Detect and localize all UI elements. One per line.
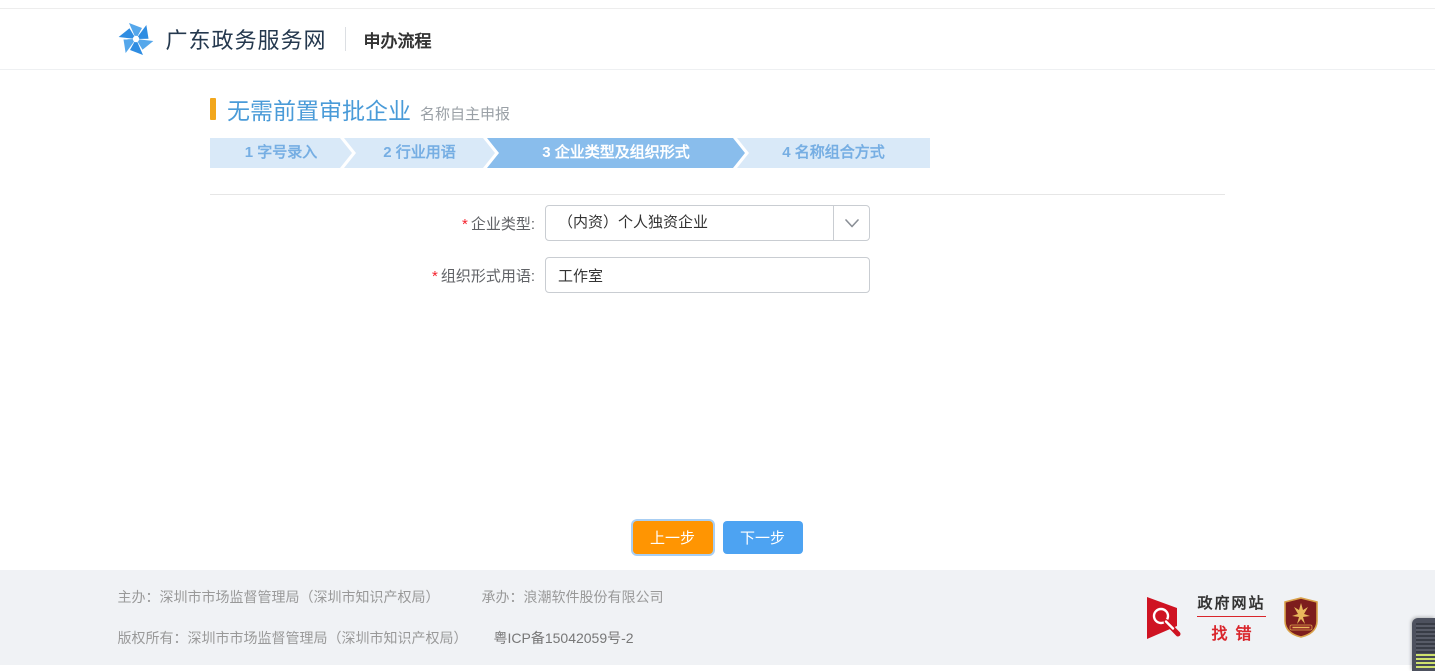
page-subtitle: 名称自主申报 xyxy=(420,103,510,124)
footer-badges: 政府网站 找错 xyxy=(1147,592,1317,644)
header-divider xyxy=(345,27,346,51)
security-shield-badge[interactable] xyxy=(1284,597,1318,638)
required-asterisk: * xyxy=(462,216,468,233)
widget-stripes-highlight xyxy=(1416,654,1435,668)
step-3-enterprise-type[interactable]: 3 企业类型及组织形式 xyxy=(487,138,745,168)
host-label: 主办： xyxy=(118,589,160,605)
gov-site-error-report-badge[interactable]: 政府网站 找错 xyxy=(1147,592,1265,644)
step-4-name-combination[interactable]: 4 名称组合方式 xyxy=(737,138,930,168)
footer-text-block: 主办：深圳市市场监督管理局（深圳市知识产权局）承办：浪潮软件股份有限公司 版权所… xyxy=(118,587,664,648)
pinwheel-logo-icon xyxy=(118,21,154,57)
error-badge-line2: 找错 xyxy=(1211,620,1259,644)
required-asterisk: * xyxy=(432,268,438,285)
enterprise-type-label: *企业类型: xyxy=(210,213,545,234)
enterprise-type-selected-value: （内资）个人独资企业 xyxy=(546,206,833,240)
org-form-row: *组织形式用语: xyxy=(210,257,1225,293)
top-strip xyxy=(0,0,1435,8)
footer: 主办：深圳市市场监督管理局（深圳市知识产权局）承办：浪潮软件股份有限公司 版权所… xyxy=(0,570,1435,665)
error-badge-text: 政府网站 找错 xyxy=(1197,592,1265,644)
org-form-label: *组织形式用语: xyxy=(210,265,545,286)
magnifier-flag-icon xyxy=(1147,595,1189,641)
header: 广东政务服务网 申办流程 xyxy=(0,8,1435,70)
undertake-value: 浪潮软件股份有限公司 xyxy=(524,589,664,605)
button-row: 上一步 下一步 xyxy=(210,521,1225,554)
step-indicator: 1 字号录入 2 行业用语 3 企业类型及组织形式 4 名称组合方式 xyxy=(210,138,930,168)
page-label: 申办流程 xyxy=(364,27,432,52)
page-title: 无需前置审批企业 xyxy=(227,92,411,126)
undertake-label: 承办： xyxy=(482,589,524,605)
title-row: 无需前置审批企业 名称自主申报 xyxy=(210,92,1225,126)
error-badge-line1: 政府网站 xyxy=(1197,592,1265,613)
content-container: 无需前置审批企业 名称自主申报 1 字号录入 2 行业用语 3 企业类型及组织形… xyxy=(210,70,1225,554)
previous-step-button[interactable]: 上一步 xyxy=(633,521,713,554)
next-step-button[interactable]: 下一步 xyxy=(723,521,803,554)
floating-panel-handle[interactable] xyxy=(1412,618,1435,671)
copyright-value: 深圳市市场监督管理局（深圳市知识产权局） xyxy=(188,630,468,646)
copyright-label: 版权所有： xyxy=(118,630,188,646)
org-form-input[interactable] xyxy=(545,257,870,293)
chevron-down-icon[interactable] xyxy=(833,206,869,240)
widget-stripes xyxy=(1416,623,1435,653)
footer-line-2: 版权所有：深圳市市场监督管理局（深圳市知识产权局） 粤ICP备15042059号-… xyxy=(118,628,664,648)
footer-inner: 主办：深圳市市场监督管理局（深圳市知识产权局）承办：浪潮软件股份有限公司 版权所… xyxy=(118,570,1318,665)
icp-number[interactable]: 粤ICP备15042059号-2 xyxy=(494,630,634,646)
error-badge-rule xyxy=(1197,616,1265,617)
enterprise-type-select[interactable]: （内资）个人独资企业 xyxy=(545,205,870,241)
bottom-strip xyxy=(0,665,1435,671)
main-area: 无需前置审批企业 名称自主申报 1 字号录入 2 行业用语 3 企业类型及组织形… xyxy=(0,70,1435,570)
form: *企业类型: （内资）个人独资企业 *组织形式用语: xyxy=(210,205,1225,293)
step-2-industry-term[interactable]: 2 行业用语 xyxy=(344,138,495,168)
site-logo-home-link[interactable]: 广东政务服务网 xyxy=(118,21,327,57)
title-accent-bar xyxy=(210,98,216,120)
footer-line-1: 主办：深圳市市场监督管理局（深圳市知识产权局） 承办：浪潮软件股份有限公司 xyxy=(118,587,664,607)
host-value: 深圳市市场监督管理局（深圳市知识产权局） xyxy=(160,589,440,605)
section-divider xyxy=(210,194,1225,195)
header-inner: 广东政务服务网 申办流程 xyxy=(118,9,1318,69)
site-name: 广东政务服务网 xyxy=(166,23,327,55)
enterprise-type-row: *企业类型: （内资）个人独资企业 xyxy=(210,205,1225,241)
step-1-company-name[interactable]: 1 字号录入 xyxy=(210,138,352,168)
